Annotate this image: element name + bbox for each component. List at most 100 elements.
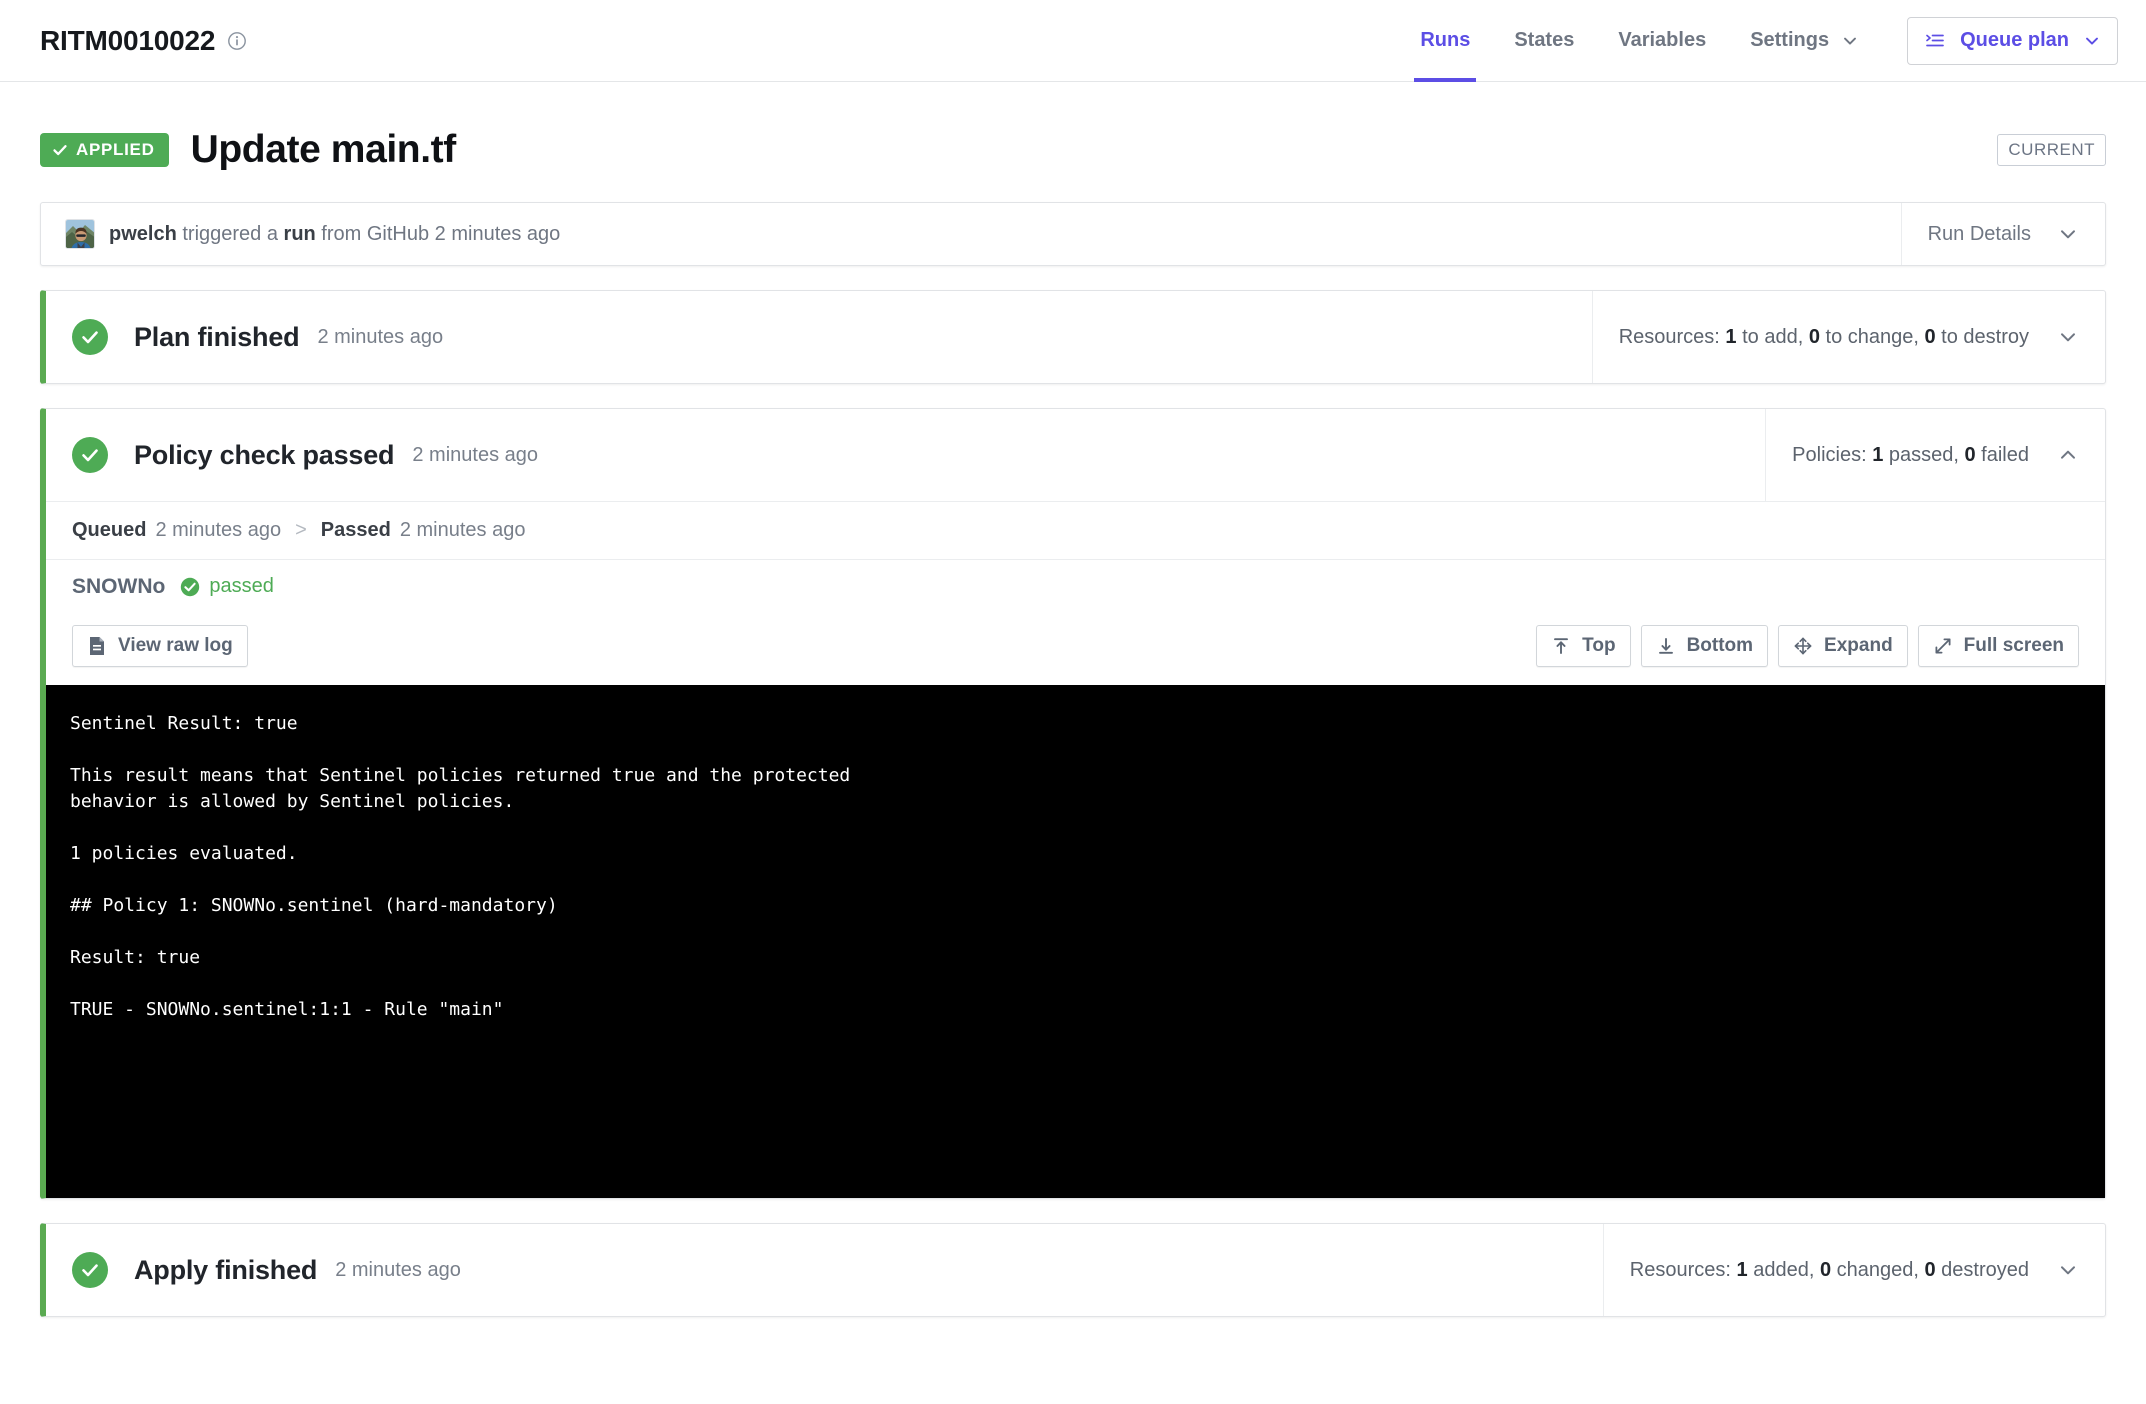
apply-added-label: added, xyxy=(1748,1259,1820,1281)
ticket-id: RITM0010022 xyxy=(40,25,215,57)
status-separator: > xyxy=(295,519,307,542)
run-details-label: Run Details xyxy=(1928,223,2031,246)
policy-result-status: passed xyxy=(179,575,274,598)
arrow-down-to-line-icon xyxy=(1656,636,1676,656)
apply-destroyed-label: destroyed xyxy=(1936,1259,2029,1281)
nav-right-group: Runs States Variables Settings xyxy=(1398,0,2118,81)
plan-resources-summary[interactable]: Resources: 1 to add, 0 to change, 0 to d… xyxy=(1592,291,2105,383)
policy-check-time: 2 minutes ago xyxy=(412,444,538,467)
policy-passed-state-time: 2 minutes ago xyxy=(400,519,526,542)
tab-runs[interactable]: Runs xyxy=(1398,0,1492,81)
info-icon[interactable] xyxy=(227,31,247,51)
queue-plan-button[interactable]: Queue plan xyxy=(1907,17,2118,65)
queue-plan-label: Queue plan xyxy=(1960,29,2069,52)
run-trigger-card: pwelch triggered a run from GitHub 2 min… xyxy=(40,202,2106,266)
apply-finished-header[interactable]: Apply finished 2 minutes ago Resources: … xyxy=(46,1224,2105,1316)
tab-runs-label: Runs xyxy=(1420,29,1470,52)
policy-meta-prefix: Policies: xyxy=(1792,444,1872,466)
policy-log-output[interactable]: Sentinel Result: true This result means … xyxy=(46,685,2105,1198)
policy-summary-text: Policies: 1 passed, 0 failed xyxy=(1792,444,2029,467)
tab-settings-label: Settings xyxy=(1750,29,1829,52)
expand-button[interactable]: Expand xyxy=(1778,625,1908,667)
top-navigation-bar: RITM0010022 Runs States Variables Settin… xyxy=(0,0,2146,82)
plan-finished-title: Plan finished xyxy=(134,322,299,353)
trigger-kind: run xyxy=(284,223,316,245)
policy-status-row: Queued 2 minutes ago > Passed 2 minutes … xyxy=(46,501,2105,559)
page-content: APPLIED Update main.tf CURRENT pwelch tr… xyxy=(0,82,2146,1317)
trigger-bar: pwelch triggered a run from GitHub 2 min… xyxy=(41,203,2105,265)
tab-states-label: States xyxy=(1514,29,1574,52)
plan-change-count: 0 xyxy=(1809,326,1820,348)
log-toolbar: View raw log Top xyxy=(46,613,2105,685)
policy-result-row: SNOWNo passed xyxy=(46,559,2105,613)
apply-finished-title: Apply finished xyxy=(134,1255,317,1286)
ticket-id-group: RITM0010022 xyxy=(40,25,247,57)
policy-passed-count: 1 xyxy=(1872,444,1883,466)
apply-destroyed-count: 0 xyxy=(1924,1259,1935,1281)
policy-summary[interactable]: Policies: 1 passed, 0 failed xyxy=(1765,409,2105,501)
chevron-down-icon xyxy=(2057,1259,2079,1281)
apply-meta-prefix: Resources: xyxy=(1630,1259,1737,1281)
policy-check-header[interactable]: Policy check passed 2 minutes ago Polici… xyxy=(46,409,2105,501)
avatar xyxy=(65,219,95,249)
chevron-up-icon xyxy=(2057,444,2079,466)
policy-check-title: Policy check passed xyxy=(134,440,394,471)
chevron-down-icon xyxy=(1841,32,1859,50)
full-screen-button[interactable]: Full screen xyxy=(1918,625,2079,667)
expand-arrows-icon xyxy=(1793,636,1813,656)
plan-finished-time: 2 minutes ago xyxy=(317,326,443,349)
trigger-text-2: from GitHub 2 minutes ago xyxy=(316,223,561,245)
status-badge: APPLIED xyxy=(40,133,169,167)
apply-added-count: 1 xyxy=(1737,1259,1748,1281)
policy-queued-time: 2 minutes ago xyxy=(155,519,281,542)
apply-resources-text: Resources: 1 added, 0 changed, 0 destroy… xyxy=(1630,1259,2029,1282)
view-raw-log-button[interactable]: View raw log xyxy=(72,625,248,667)
plan-destroy-count: 0 xyxy=(1924,326,1935,348)
scroll-top-button[interactable]: Top xyxy=(1536,625,1630,667)
policy-check-card: Policy check passed 2 minutes ago Polici… xyxy=(40,408,2106,1199)
tab-settings[interactable]: Settings xyxy=(1728,0,1881,81)
policy-queued-label: Queued xyxy=(72,519,146,542)
plan-destroy-label: to destroy xyxy=(1936,326,2029,348)
chevron-down-icon xyxy=(2057,326,2079,348)
plan-finished-card: Plan finished 2 minutes ago Resources: 1… xyxy=(40,290,2106,384)
tab-variables-label: Variables xyxy=(1618,29,1706,52)
scroll-bottom-button[interactable]: Bottom xyxy=(1641,625,1768,667)
plan-add-label: to add, xyxy=(1737,326,1809,348)
full-screen-icon xyxy=(1933,636,1953,656)
plan-meta-prefix: Resources: xyxy=(1619,326,1726,348)
policy-name: SNOWNo xyxy=(72,575,165,599)
page-title: Update main.tf xyxy=(191,128,456,172)
policy-failed-label: failed xyxy=(1976,444,2029,466)
arrow-up-to-line-icon xyxy=(1551,636,1571,656)
check-circle-icon xyxy=(72,437,108,473)
plan-add-count: 1 xyxy=(1725,326,1736,348)
current-badge: CURRENT xyxy=(1997,134,2106,166)
queue-list-icon xyxy=(1924,30,1946,52)
run-header: APPLIED Update main.tf CURRENT xyxy=(40,128,2106,172)
check-circle-icon xyxy=(72,1252,108,1288)
policy-result-label: passed xyxy=(209,575,274,598)
policy-passed-label: passed, xyxy=(1883,444,1964,466)
status-badge-label: APPLIED xyxy=(76,140,155,160)
scroll-bottom-label: Bottom xyxy=(1687,635,1753,657)
plan-finished-header[interactable]: Plan finished 2 minutes ago Resources: 1… xyxy=(46,291,2105,383)
nav-tabs: Runs States Variables Settings xyxy=(1398,0,1881,81)
trigger-user: pwelch xyxy=(109,223,177,245)
chevron-down-icon[interactable] xyxy=(2083,32,2101,50)
apply-changed-count: 0 xyxy=(1820,1259,1831,1281)
trigger-text: pwelch triggered a run from GitHub 2 min… xyxy=(109,223,560,246)
apply-changed-label: changed, xyxy=(1831,1259,1924,1281)
chevron-down-icon xyxy=(2057,223,2079,245)
tab-variables[interactable]: Variables xyxy=(1596,0,1728,81)
check-circle-icon xyxy=(72,319,108,355)
apply-finished-time: 2 minutes ago xyxy=(335,1259,461,1282)
tab-states[interactable]: States xyxy=(1492,0,1596,81)
run-details-toggle[interactable]: Run Details xyxy=(1901,203,2105,265)
check-icon xyxy=(52,142,68,158)
apply-resources-summary[interactable]: Resources: 1 added, 0 changed, 0 destroy… xyxy=(1603,1224,2105,1316)
apply-finished-card: Apply finished 2 minutes ago Resources: … xyxy=(40,1223,2106,1317)
policy-failed-count: 0 xyxy=(1965,444,1976,466)
scroll-top-label: Top xyxy=(1582,635,1615,657)
view-raw-log-label: View raw log xyxy=(118,635,233,657)
